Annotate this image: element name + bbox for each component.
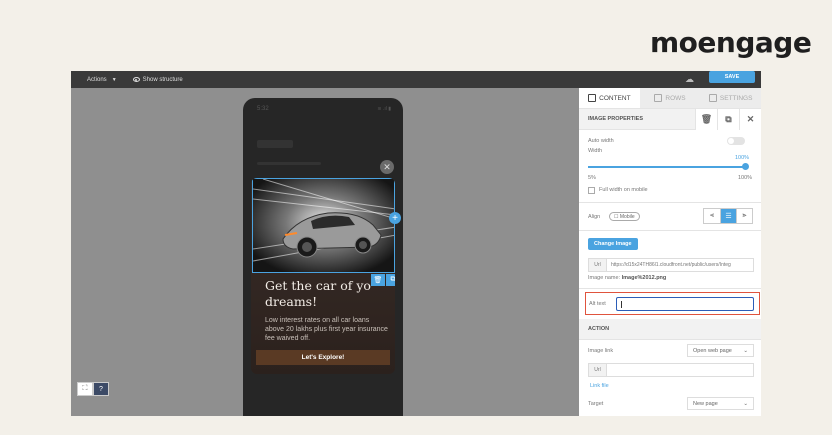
url-label: Url — [589, 259, 607, 271]
image-name-value: Image%2012.png — [621, 275, 667, 281]
inapp-card[interactable]: 🗑 ⧉ Get the car of yo dreams! Low intere… — [251, 178, 395, 374]
chevron-down-icon: ▼ — [111, 76, 117, 83]
placeholder-bar — [257, 162, 321, 165]
auto-width-label: Auto width — [588, 138, 614, 144]
moengage-logo: moengage — [650, 26, 812, 59]
section-actions: 🗑 ⧉ ✕ — [695, 109, 761, 130]
tab-settings[interactable]: SETTINGS — [700, 88, 761, 108]
tab-label: SETTINGS — [719, 94, 753, 102]
actions-menu[interactable]: Actions ▼ — [87, 77, 117, 83]
editor-app: Actions ▼ Show structure ☁ SAVE 5:32 ≋ .… — [71, 71, 761, 416]
divider — [579, 230, 761, 231]
grid-icon — [588, 94, 597, 102]
divider — [579, 288, 761, 289]
eye-icon — [132, 77, 140, 82]
explore-button[interactable]: Let's Explore! — [256, 350, 390, 365]
full-width-mobile-label: Full width on mobile — [599, 187, 648, 193]
divider — [579, 202, 761, 203]
tab-label: CONTENT — [599, 94, 631, 102]
actions-label: Actions — [87, 76, 107, 83]
properties-panel: CONTENT ROWS SETTINGS IMAGE PROPERTIES 🗑… — [579, 88, 761, 416]
alt-text-label: Alt text — [589, 301, 606, 307]
align-left-icon[interactable]: ⫷ — [704, 209, 720, 223]
link-url-field[interactable]: Url — [588, 363, 754, 377]
card-body: Low interest rates on all car loans abov… — [265, 317, 388, 342]
full-width-mobile-checkbox[interactable] — [588, 187, 595, 194]
editor-toolbar: Actions ▼ Show structure ☁ SAVE — [71, 71, 761, 88]
auto-width-toggle[interactable] — [727, 137, 745, 145]
tab-rows[interactable]: ROWS — [639, 88, 701, 108]
url-label: Url — [589, 364, 607, 376]
slider-max-label: 100% — [738, 175, 753, 181]
select-value: New page — [693, 400, 718, 407]
editor-canvas: 5:32 ≋ .ıl ▮ ✕ 🗑 ⧉ Get the car of yo dre… — [71, 88, 579, 416]
tab-label: ROWS — [665, 94, 686, 102]
rows-icon — [654, 94, 663, 102]
align-right-icon[interactable]: ⫸ — [736, 209, 752, 223]
section-title: ACTION — [588, 326, 610, 332]
image-link-select[interactable]: Open web page ⌄ — [687, 344, 754, 357]
align-center-icon[interactable]: ☰ — [720, 209, 736, 223]
url-value: https://d15x24TH86l1.cloudfront.net/publ… — [611, 262, 731, 268]
status-time: 5:32 — [257, 106, 269, 112]
alt-text-input[interactable] — [616, 297, 754, 311]
width-slider[interactable] — [588, 166, 746, 168]
tab-content[interactable]: CONTENT — [579, 88, 640, 108]
placeholder-bar — [257, 140, 293, 148]
cloud-upload-icon[interactable]: ☁ — [685, 74, 694, 85]
chevron-down-icon: ⌄ — [743, 347, 748, 354]
image-properties-header: IMAGE PROPERTIES 🗑 ⧉ ✕ — [579, 109, 761, 130]
width-slider-handle[interactable] — [742, 163, 749, 170]
save-button[interactable]: SAVE — [709, 71, 755, 83]
target-label: Target — [588, 401, 604, 407]
show-structure-label: Show structure — [142, 76, 183, 83]
card-title: Get the car of yo dreams! — [265, 278, 371, 309]
drag-handle-icon[interactable]: + — [389, 212, 401, 224]
show-structure-toggle[interactable]: Show structure — [132, 76, 183, 83]
slider-min-label: 5% — [588, 175, 596, 181]
align-buttons: ⫷ ☰ ⫸ — [703, 208, 753, 224]
align-label: Align — [588, 214, 601, 220]
status-icons: ≋ .ıl ▮ — [377, 106, 391, 112]
change-image-button[interactable]: Change Image — [588, 238, 638, 250]
trash-icon[interactable]: 🗑 — [695, 109, 717, 130]
image-url-field[interactable]: Url https://d15x24TH86l1.cloudfront.net/… — [588, 258, 754, 272]
fullscreen-icon[interactable]: ⛶ — [77, 382, 93, 396]
width-label: Width — [588, 148, 603, 154]
settings-icon — [708, 94, 717, 102]
select-value: Open web page — [693, 347, 732, 354]
chevron-down-icon: ⌄ — [743, 400, 748, 407]
image-name: Image name: Image%2012.png — [588, 275, 666, 281]
duplicate-icon[interactable]: ⧉ — [717, 109, 739, 130]
link-file-link[interactable]: Link file — [590, 383, 609, 389]
section-title: IMAGE PROPERTIES — [588, 116, 644, 122]
panel-tabs: CONTENT ROWS SETTINGS — [579, 88, 761, 109]
phone-preview: 5:32 ≋ .ıl ▮ ✕ 🗑 ⧉ Get the car of yo dre… — [243, 98, 403, 416]
image-link-label: Image link — [588, 348, 614, 354]
target-select[interactable]: New page ⌄ — [687, 397, 754, 410]
width-value: 100% — [735, 155, 750, 161]
close-icon[interactable]: ✕ — [739, 109, 761, 130]
help-icon[interactable]: ? — [93, 382, 109, 396]
action-header: ACTION — [579, 319, 761, 340]
mobile-toggle[interactable]: ☐ Mobile — [609, 212, 640, 221]
duplicate-icon[interactable]: ⧉ — [386, 274, 395, 286]
image-name-label: Image name: — [588, 275, 621, 281]
car-illustration — [253, 179, 394, 272]
canvas-tools: ⛶ ? — [77, 382, 109, 396]
car-image[interactable] — [252, 178, 395, 273]
close-icon[interactable]: ✕ — [380, 160, 394, 174]
